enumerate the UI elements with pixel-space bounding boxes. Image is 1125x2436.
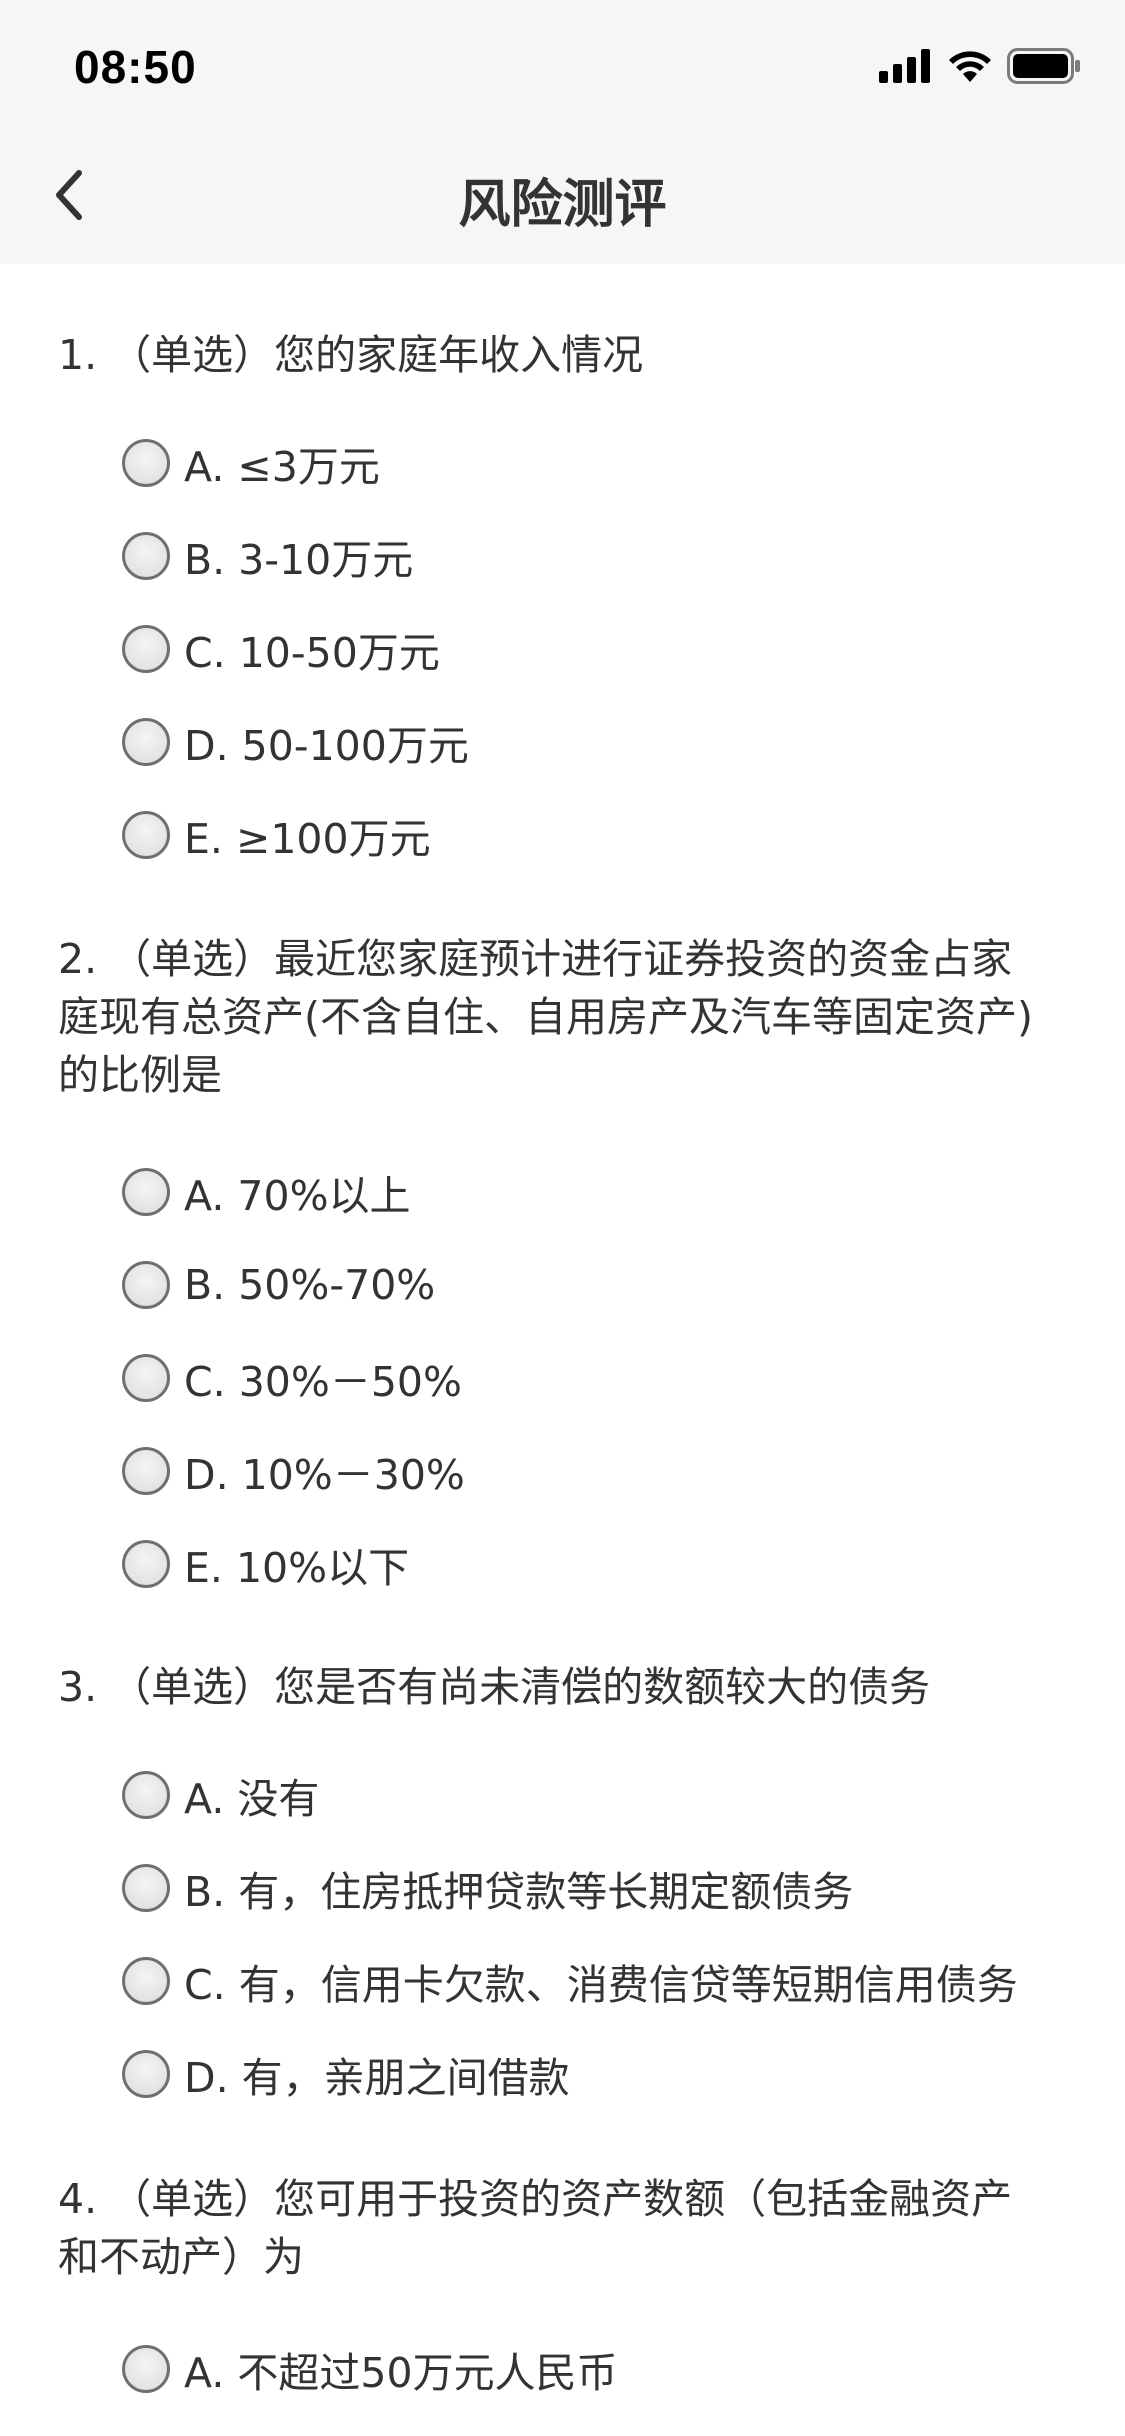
question-4-line-1: 4. （单选）您可用于投资的资产数额（包括金融资产 — [58, 2175, 1013, 2223]
option-label: C. 30%－50% — [184, 1358, 462, 1406]
option-label: C. 有，信用卡欠款、消费信贷等短期信用债务 — [184, 1961, 1018, 2009]
question-4-text: 4. （单选）您可用于投资的资产数额（包括金融资产 和不动产）为 — [58, 2170, 1078, 2286]
option-1-e[interactable]: E. ≥100万元 — [122, 807, 431, 863]
option-label: B. 50%-70% — [184, 1261, 436, 1309]
option-label: D. 有，亲朋之间借款 — [184, 2054, 570, 2102]
option-2-d[interactable]: D. 10%－30% — [122, 1443, 465, 1499]
option-label: E. 10%以下 — [184, 1544, 410, 1592]
option-1-c[interactable]: C. 10-50万元 — [122, 621, 440, 677]
question-2-text: 2. （单选）最近您家庭预计进行证券投资的资金占家 庭现有总资产(不含自住、自用… — [58, 930, 1078, 1104]
question-2-line-2: 庭现有总资产(不含自住、自用房产及汽车等固定资产) — [58, 993, 1033, 1041]
radio-button[interactable] — [122, 532, 170, 580]
option-2-b[interactable]: B. 50%-70% — [122, 1257, 435, 1313]
option-label: B. 有，住房抵押贷款等长期定额债务 — [184, 1868, 854, 1916]
option-label: A. 70%以上 — [184, 1172, 411, 1220]
nav-bar: 风险测评 — [0, 132, 1125, 264]
status-bar: 08:50 — [0, 0, 1125, 132]
question-2-line-3: 的比例是 — [58, 1051, 222, 1099]
option-label: B. 3-10万元 — [184, 536, 414, 584]
option-2-a[interactable]: A. 70%以上 — [122, 1164, 411, 1220]
option-2-e[interactable]: E. 10%以下 — [122, 1536, 409, 1592]
option-1-b[interactable]: B. 3-10万元 — [122, 528, 413, 584]
radio-button[interactable] — [122, 439, 170, 487]
question-1-text: 1. （单选）您的家庭年收入情况 — [58, 331, 644, 379]
radio-button[interactable] — [122, 1957, 170, 2005]
radio-button[interactable] — [122, 1540, 170, 1588]
battery-icon — [1007, 48, 1081, 88]
radio-button[interactable] — [122, 2050, 170, 2098]
signal-icon — [879, 49, 933, 87]
option-1-d[interactable]: D. 50-100万元 — [122, 714, 469, 770]
radio-button[interactable] — [122, 718, 170, 766]
option-label: A. ≤3万元 — [184, 443, 380, 491]
question-3-text: 3. （单选）您是否有尚未清偿的数额较大的债务 — [58, 1663, 931, 1711]
wifi-icon — [947, 49, 993, 87]
option-2-c[interactable]: C. 30%－50% — [122, 1350, 462, 1406]
question-4-line-2: 和不动产）为 — [58, 2233, 304, 2281]
radio-button[interactable] — [122, 1447, 170, 1495]
option-1-a[interactable]: A. ≤3万元 — [122, 435, 380, 491]
question-2-line-1: 2. （单选）最近您家庭预计进行证券投资的资金占家 — [58, 935, 1013, 983]
radio-button[interactable] — [122, 1771, 170, 1819]
radio-button[interactable] — [122, 1354, 170, 1402]
radio-button[interactable] — [122, 1261, 170, 1309]
status-time: 08:50 — [74, 41, 197, 93]
option-label: C. 10-50万元 — [184, 629, 440, 677]
option-label: E. ≥100万元 — [184, 815, 431, 863]
option-4-a[interactable]: A. 不超过50万元人民币 — [122, 2341, 618, 2397]
option-label: D. 10%－30% — [184, 1451, 465, 1499]
option-3-a[interactable]: A. 没有 — [122, 1767, 319, 1823]
option-3-d[interactable]: D. 有，亲朋之间借款 — [122, 2046, 570, 2102]
option-3-c[interactable]: C. 有，信用卡欠款、消费信贷等短期信用债务 — [122, 1953, 1018, 2009]
status-icons — [879, 48, 1081, 88]
option-label: D. 50-100万元 — [184, 722, 469, 770]
radio-button[interactable] — [122, 811, 170, 859]
option-label: A. 没有 — [184, 1775, 320, 1823]
option-label: A. 不超过50万元人民币 — [184, 2349, 618, 2397]
radio-button[interactable] — [122, 1168, 170, 1216]
radio-button[interactable] — [122, 625, 170, 673]
option-3-b[interactable]: B. 有，住房抵押贷款等长期定额债务 — [122, 1860, 853, 1916]
page-title: 风险测评 — [458, 175, 667, 235]
radio-button[interactable] — [122, 1864, 170, 1912]
radio-button[interactable] — [122, 2345, 170, 2393]
